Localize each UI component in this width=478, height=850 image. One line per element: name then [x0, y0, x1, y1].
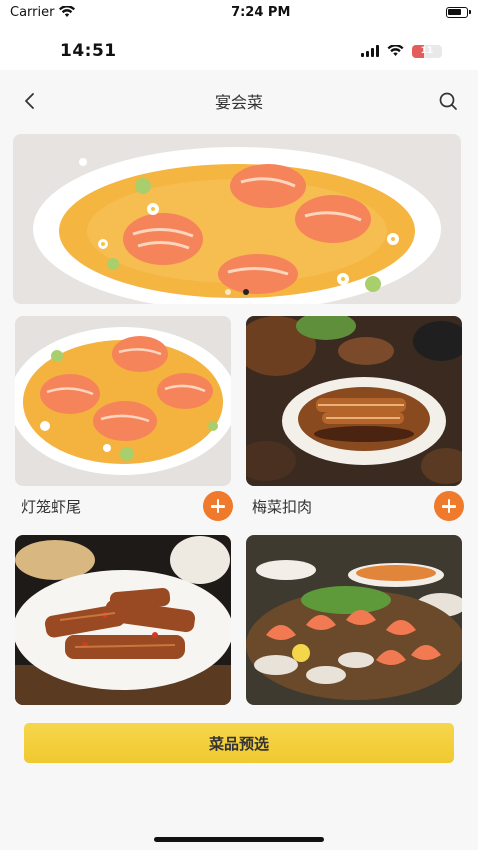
simulator-time: 7:24 PM — [231, 4, 291, 20]
cellular-signal-icon — [361, 45, 379, 57]
battery-icon: 11 — [412, 44, 442, 58]
page: 宴会菜 灯笼虾尾 梅菜扣肉 菜品预选 — [0, 70, 478, 850]
dish-name: 梅菜扣肉 — [252, 497, 313, 516]
dish-name: 灯笼虾尾 — [21, 497, 82, 516]
carousel-indicator[interactable] — [225, 289, 249, 295]
dish-photo — [246, 316, 462, 486]
dish-photo — [15, 535, 231, 705]
dish-photo — [15, 316, 231, 486]
dish-card[interactable] — [15, 535, 231, 705]
dish-photo — [246, 535, 462, 705]
dish-card-footer: 灯笼虾尾 — [15, 486, 233, 526]
dish-card[interactable] — [246, 535, 462, 705]
banner-carousel[interactable] — [13, 134, 461, 304]
banner-image-shrimp-dish — [13, 134, 461, 304]
simulator-status-bar: Carrier 7:24 PM — [0, 0, 478, 24]
nav-bar: 宴会菜 — [0, 70, 478, 132]
battery-level: 11 — [420, 46, 434, 56]
dish-card[interactable]: 灯笼虾尾 — [15, 316, 233, 526]
chevron-left-icon[interactable] — [18, 89, 42, 113]
wifi-icon — [387, 45, 404, 57]
home-indicator — [154, 837, 324, 842]
preselect-dishes-button[interactable]: 菜品预选 — [24, 723, 454, 763]
status-time: 14:51 — [60, 41, 117, 61]
wifi-icon — [59, 6, 76, 18]
search-icon[interactable] — [436, 89, 460, 113]
page-title: 宴会菜 — [214, 93, 263, 112]
dish-card-footer: 梅菜扣肉 — [246, 486, 464, 526]
carrier-label: Carrier — [10, 4, 55, 20]
add-dish-button[interactable] — [434, 491, 464, 521]
device-status-bar: 14:51 11 — [0, 32, 478, 70]
add-dish-button[interactable] — [203, 491, 233, 521]
simulator-battery-icon — [445, 6, 471, 18]
dish-card[interactable]: 梅菜扣肉 — [246, 316, 464, 526]
